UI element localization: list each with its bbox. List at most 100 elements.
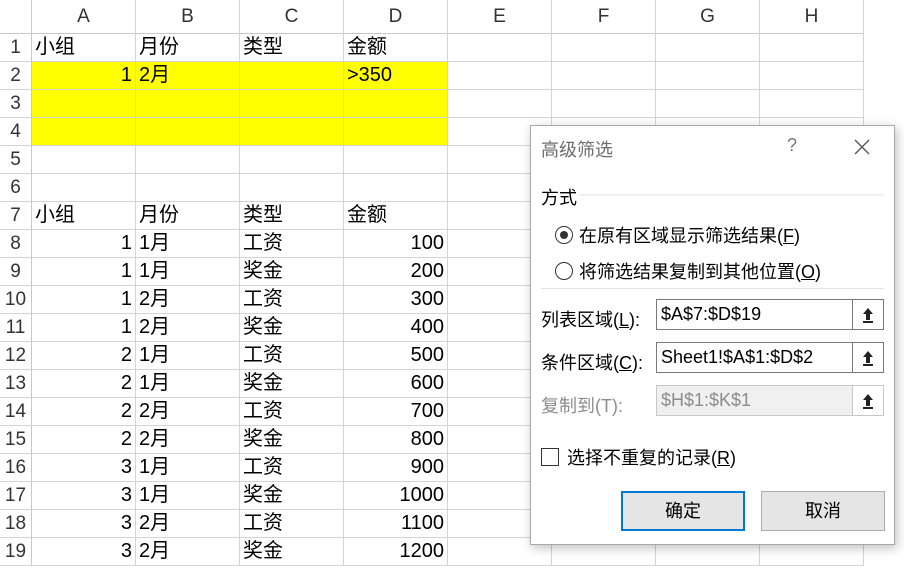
cell-a1[interactable]: 小组 xyxy=(32,34,136,62)
cell-c18[interactable]: 工资 xyxy=(240,510,344,538)
cell-b16[interactable]: 1月 xyxy=(136,454,240,482)
cell-d3[interactable] xyxy=(344,90,448,118)
column-header-e[interactable]: E xyxy=(448,0,552,34)
cell-a19[interactable]: 3 xyxy=(32,538,136,566)
cell-b14[interactable]: 2月 xyxy=(136,398,240,426)
cell-c17[interactable]: 奖金 xyxy=(240,482,344,510)
ok-button[interactable]: 确定 xyxy=(621,491,745,531)
help-button[interactable]: ? xyxy=(784,135,800,156)
cell-h2[interactable] xyxy=(760,62,864,90)
row-header-7[interactable]: 7 xyxy=(0,202,32,230)
column-header-g[interactable]: G xyxy=(656,0,760,34)
cell-e1[interactable] xyxy=(448,34,552,62)
cell-c2[interactable] xyxy=(240,62,344,90)
unique-records-checkbox-row[interactable]: 选择不重复的记录(R) xyxy=(541,444,736,470)
row-header-8[interactable]: 8 xyxy=(0,230,32,258)
row-header-11[interactable]: 11 xyxy=(0,314,32,342)
cell-g2[interactable] xyxy=(656,62,760,90)
cell-a8[interactable]: 1 xyxy=(32,230,136,258)
row-header-6[interactable]: 6 xyxy=(0,174,32,202)
cell-b6[interactable] xyxy=(136,174,240,202)
cell-b5[interactable] xyxy=(136,146,240,174)
cell-d13[interactable]: 600 xyxy=(344,370,448,398)
cell-b18[interactable]: 2月 xyxy=(136,510,240,538)
radio-copy-to-location[interactable]: 将筛选结果复制到其他位置(O) xyxy=(555,258,821,284)
cell-b15[interactable]: 2月 xyxy=(136,426,240,454)
row-header-5[interactable]: 5 xyxy=(0,146,32,174)
radio-button[interactable] xyxy=(555,262,573,280)
column-header-c[interactable]: C xyxy=(240,0,344,34)
cell-c6[interactable] xyxy=(240,174,344,202)
column-header-f[interactable]: F xyxy=(552,0,656,34)
cell-d4[interactable] xyxy=(344,118,448,146)
cell-b13[interactable]: 1月 xyxy=(136,370,240,398)
cell-b2[interactable]: 2月 xyxy=(136,62,240,90)
cell-c13[interactable]: 奖金 xyxy=(240,370,344,398)
cell-b17[interactable]: 1月 xyxy=(136,482,240,510)
cell-d1[interactable]: 金额 xyxy=(344,34,448,62)
cell-d5[interactable] xyxy=(344,146,448,174)
cell-e2[interactable] xyxy=(448,62,552,90)
cell-c16[interactable]: 工资 xyxy=(240,454,344,482)
cell-d16[interactable]: 900 xyxy=(344,454,448,482)
column-header-b[interactable]: B xyxy=(136,0,240,34)
cell-g3[interactable] xyxy=(656,90,760,118)
cell-c1[interactable]: 类型 xyxy=(240,34,344,62)
column-header-h[interactable]: H xyxy=(760,0,864,34)
cell-d11[interactable]: 400 xyxy=(344,314,448,342)
cell-b4[interactable] xyxy=(136,118,240,146)
list-range-collapse-button[interactable] xyxy=(852,300,883,329)
list-range-field[interactable] xyxy=(656,299,884,330)
cell-c4[interactable] xyxy=(240,118,344,146)
cell-a17[interactable]: 3 xyxy=(32,482,136,510)
cell-a15[interactable]: 2 xyxy=(32,426,136,454)
cell-a7[interactable]: 小组 xyxy=(32,202,136,230)
cell-c19[interactable]: 奖金 xyxy=(240,538,344,566)
cell-a9[interactable]: 1 xyxy=(32,258,136,286)
cell-h1[interactable] xyxy=(760,34,864,62)
cell-a6[interactable] xyxy=(32,174,136,202)
cell-f1[interactable] xyxy=(552,34,656,62)
cell-d19[interactable]: 1200 xyxy=(344,538,448,566)
cell-a13[interactable]: 2 xyxy=(32,370,136,398)
cell-b9[interactable]: 1月 xyxy=(136,258,240,286)
cell-h3[interactable] xyxy=(760,90,864,118)
cell-c9[interactable]: 奖金 xyxy=(240,258,344,286)
cell-b12[interactable]: 1月 xyxy=(136,342,240,370)
row-header-19[interactable]: 19 xyxy=(0,538,32,566)
radio-button-checked[interactable] xyxy=(555,226,573,244)
cell-f3[interactable] xyxy=(552,90,656,118)
cell-d7[interactable]: 金额 xyxy=(344,202,448,230)
row-header-13[interactable]: 13 xyxy=(0,370,32,398)
cell-c10[interactable]: 工资 xyxy=(240,286,344,314)
cell-d2[interactable]: >350 xyxy=(344,62,448,90)
row-header-14[interactable]: 14 xyxy=(0,398,32,426)
cell-a5[interactable] xyxy=(32,146,136,174)
cell-d8[interactable]: 100 xyxy=(344,230,448,258)
criteria-range-input[interactable] xyxy=(657,343,852,372)
cell-b8[interactable]: 1月 xyxy=(136,230,240,258)
cell-b1[interactable]: 月份 xyxy=(136,34,240,62)
cell-a3[interactable] xyxy=(32,90,136,118)
row-header-10[interactable]: 10 xyxy=(0,286,32,314)
criteria-range-collapse-button[interactable] xyxy=(852,343,883,372)
select-all-corner[interactable] xyxy=(0,0,32,34)
cell-c8[interactable]: 工资 xyxy=(240,230,344,258)
row-header-15[interactable]: 15 xyxy=(0,426,32,454)
cell-d14[interactable]: 700 xyxy=(344,398,448,426)
cell-a11[interactable]: 1 xyxy=(32,314,136,342)
cell-d15[interactable]: 800 xyxy=(344,426,448,454)
close-icon[interactable] xyxy=(847,132,877,162)
cell-a16[interactable]: 3 xyxy=(32,454,136,482)
unique-records-checkbox[interactable] xyxy=(541,448,559,466)
list-range-input[interactable] xyxy=(657,300,852,329)
cell-c7[interactable]: 类型 xyxy=(240,202,344,230)
cell-a2[interactable]: 1 xyxy=(32,62,136,90)
row-header-16[interactable]: 16 xyxy=(0,454,32,482)
column-header-d[interactable]: D xyxy=(344,0,448,34)
cell-d10[interactable]: 300 xyxy=(344,286,448,314)
column-header-a[interactable]: A xyxy=(32,0,136,34)
row-header-17[interactable]: 17 xyxy=(0,482,32,510)
cell-f2[interactable] xyxy=(552,62,656,90)
cell-d6[interactable] xyxy=(344,174,448,202)
